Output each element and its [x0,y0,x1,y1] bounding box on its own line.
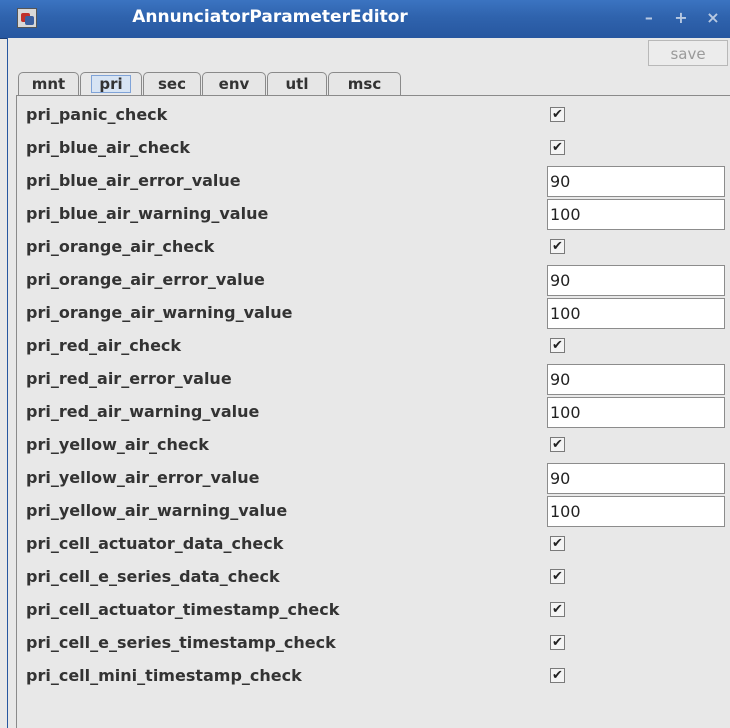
tab-env[interactable]: env [202,72,266,96]
param-label: pri_cell_e_series_timestamp_check [26,633,336,652]
window-title: AnnunciatorParameterEditor [132,7,408,27]
param-label: pri_cell_actuator_timestamp_check [26,600,340,619]
param-row: pri_orange_air_warning_value 100 [17,298,730,329]
param-row: pri_cell_e_series_timestamp_check ✔ [17,628,730,658]
title-bar[interactable]: AnnunciatorParameterEditor – + × [0,0,730,39]
param-checkbox[interactable]: ✔ [550,140,565,155]
window-content: save mnt pri sec env utl msc pri_panic_c… [7,38,730,728]
param-value-field[interactable]: 100 [547,298,725,329]
param-label: pri_blue_air_error_value [26,171,241,190]
param-label: pri_red_air_check [26,336,182,355]
param-value-field[interactable]: 90 [547,265,725,296]
param-row: pri_red_air_error_value 90 [17,364,730,395]
param-row: pri_cell_mini_timestamp_check ✔ [17,661,730,691]
param-checkbox[interactable]: ✔ [550,536,565,551]
param-label: pri_red_air_warning_value [26,402,260,421]
param-row: pri_red_air_warning_value 100 [17,397,730,428]
param-row: pri_blue_air_warning_value 100 [17,199,730,230]
close-icon[interactable]: × [702,7,724,29]
minimize-icon[interactable]: – [638,7,660,29]
tab-sec[interactable]: sec [143,72,201,96]
param-row: pri_yellow_air_error_value 90 [17,463,730,494]
param-value-field[interactable]: 90 [547,463,725,494]
param-row: pri_yellow_air_check ✔ [17,430,730,460]
param-row: pri_panic_check ✔ [17,100,730,130]
param-row: pri_cell_actuator_data_check ✔ [17,529,730,559]
tab-pri[interactable]: pri [80,72,142,96]
param-row: pri_orange_air_check ✔ [17,232,730,262]
param-row: pri_blue_air_error_value 90 [17,166,730,197]
save-button[interactable]: save [648,40,728,66]
maximize-icon[interactable]: + [670,7,692,29]
param-checkbox[interactable]: ✔ [550,239,565,254]
param-checkbox[interactable]: ✔ [550,338,565,353]
param-checkbox[interactable]: ✔ [550,602,565,617]
param-row: pri_cell_actuator_timestamp_check ✔ [17,595,730,625]
param-checkbox[interactable]: ✔ [550,668,565,683]
tab-mnt[interactable]: mnt [18,72,79,96]
param-label: pri_cell_mini_timestamp_check [26,666,302,685]
tab-utl[interactable]: utl [267,72,327,96]
param-checkbox[interactable]: ✔ [550,437,565,452]
param-label: pri_yellow_air_check [26,435,209,454]
param-checkbox[interactable]: ✔ [550,635,565,650]
window-controls: – + × [633,7,724,29]
param-row: pri_cell_e_series_data_check ✔ [17,562,730,592]
param-label: pri_orange_air_error_value [26,270,265,289]
param-label: pri_cell_e_series_data_check [26,567,280,586]
param-label: pri_yellow_air_warning_value [26,501,288,520]
param-label: pri_orange_air_warning_value [26,303,293,322]
param-value-field[interactable]: 90 [547,364,725,395]
param-label: pri_blue_air_check [26,138,191,157]
param-checkbox[interactable]: ✔ [550,107,565,122]
param-value-field[interactable]: 100 [547,397,725,428]
param-row: pri_blue_air_check ✔ [17,133,730,163]
param-value-field[interactable]: 100 [547,496,725,527]
param-row: pri_orange_air_error_value 90 [17,265,730,296]
param-checkbox[interactable]: ✔ [550,569,565,584]
param-label: pri_panic_check [26,105,168,124]
param-label: pri_red_air_error_value [26,369,232,388]
param-value-field[interactable]: 100 [547,199,725,230]
param-label: pri_blue_air_warning_value [26,204,269,223]
param-label: pri_yellow_air_error_value [26,468,260,487]
parameter-panel: pri_panic_check ✔ pri_blue_air_check ✔ pri_b… [16,95,730,728]
param-label: pri_cell_actuator_data_check [26,534,284,553]
param-value-field[interactable]: 90 [547,166,725,197]
param-row: pri_red_air_check ✔ [17,331,730,361]
tab-msc[interactable]: msc [328,72,401,96]
param-label: pri_orange_air_check [26,237,215,256]
param-row: pri_yellow_air_warning_value 100 [17,496,730,527]
